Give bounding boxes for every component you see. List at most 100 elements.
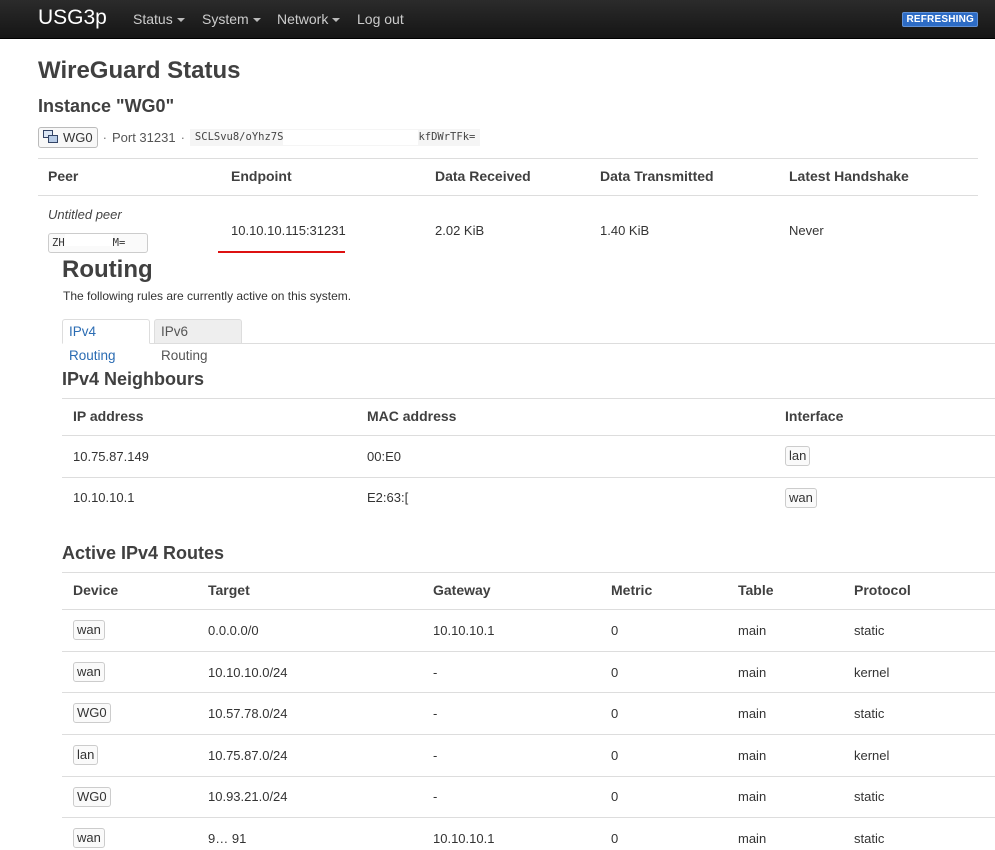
row-divider (62, 477, 995, 478)
row-divider (62, 651, 995, 652)
row-divider (62, 692, 995, 693)
peer-public-key: ZH M= (48, 233, 148, 253)
routing-description: The following rules are currently active… (63, 289, 352, 303)
menu-system[interactable]: System (202, 11, 261, 27)
row-divider (62, 817, 995, 818)
col-ip-address: IP address (73, 408, 144, 424)
row-divider (62, 734, 995, 735)
instance-public-key: SCLSvu8/oYhz7S kfDWrTFk= (189, 128, 481, 146)
tab-ipv6-routing[interactable]: IPv6 Routing (154, 319, 242, 363)
network-interface-icon (43, 130, 59, 144)
table-border (62, 398, 995, 399)
peer-data-received: 2.02 KiB (435, 223, 485, 238)
col-data-received: Data Received (435, 168, 531, 184)
route-metric: 0 (611, 706, 619, 721)
col-metric: Metric (611, 582, 653, 598)
route-gateway: 10.10.10.1 (433, 623, 495, 638)
route-device-badge: lan (73, 745, 99, 765)
pubkey-start: SCLSvu8/oYhz7S (194, 130, 284, 143)
neighbour-mac: 00:E0 (367, 449, 401, 464)
table-border (62, 572, 995, 573)
refreshing-toggle[interactable]: REFRESHING (902, 12, 978, 27)
instance-title: Instance "WG0" (38, 96, 175, 116)
redacted-region (283, 129, 419, 145)
col-table: Table (738, 582, 774, 598)
col-latest-handshake: Latest Handshake (789, 168, 909, 184)
route-target: 9… 91 (208, 831, 247, 846)
route-table: main (738, 789, 767, 804)
route-metric: 0 (611, 623, 619, 638)
route-table: main (738, 706, 767, 721)
route-target: 10.10.10.0/24 (208, 665, 288, 680)
route-metric: 0 (611, 665, 619, 680)
neighbour-interface-badge: lan (785, 446, 811, 466)
route-target: 0.0.0.0/0 (208, 623, 259, 638)
route-protocol: static (854, 831, 885, 846)
instance-port: Port 31231 (111, 129, 176, 145)
route-metric: 0 (611, 789, 619, 804)
route-gateway: - (433, 748, 438, 763)
col-endpoint: Endpoint (231, 168, 292, 184)
route-device-badge: wan (73, 662, 105, 682)
table-border (38, 195, 978, 196)
route-protocol: static (854, 706, 885, 721)
menu-status[interactable]: Status (133, 11, 185, 27)
chevron-down-icon (332, 18, 341, 23)
route-table: main (738, 831, 767, 846)
route-target: 10.75.87.0/24 (208, 748, 288, 763)
route-metric: 0 (611, 831, 619, 846)
peer-key-end: M= (112, 237, 126, 249)
menu-network-label: Network (277, 11, 329, 27)
table-border (62, 435, 995, 436)
route-protocol: static (854, 623, 885, 638)
col-gateway: Gateway (433, 582, 491, 598)
neighbour-ip: 10.10.10.1 (73, 490, 135, 505)
routing-title: Routing (62, 256, 153, 283)
route-gateway: - (433, 789, 438, 804)
pubkey-end: kfDWrTFk= (418, 130, 476, 143)
route-table: main (738, 665, 767, 680)
row-divider (62, 776, 995, 777)
col-data-transmitted: Data Transmitted (600, 168, 714, 184)
route-target: 10.57.78.0/24 (208, 706, 288, 721)
peer-name: Untitled peer (48, 207, 122, 222)
route-device-badge: WG0 (73, 703, 111, 723)
routes-title: Active IPv4 Routes (62, 543, 225, 563)
peer-latest-handshake: Never (789, 223, 824, 238)
route-protocol: static (854, 789, 885, 804)
instance-info: WG0 · Port 31231 · SCLSvu8/oYhz7S kfDWrTF… (38, 126, 481, 148)
route-table: main (738, 623, 767, 638)
route-gateway: 10.10.10.1 (433, 831, 495, 846)
neighbour-interface-badge: wan (785, 488, 817, 508)
top-navbar: USG3p Status System Network Log out REFR… (0, 0, 995, 39)
neighbours-title: IPv4 Neighbours (62, 369, 205, 389)
peer-endpoint: 10.10.10.115:31231 (231, 223, 346, 238)
table-border (38, 158, 978, 159)
route-target: 10.93.21.0/24 (208, 789, 288, 804)
chevron-down-icon (176, 18, 185, 23)
page-title: WireGuard Status (38, 57, 241, 84)
col-peer: Peer (48, 168, 79, 184)
menu-logout[interactable]: Log out (357, 11, 404, 27)
tab-ipv4-routing[interactable]: IPv4 Routing (62, 319, 150, 363)
menu-status-label: Status (133, 11, 173, 27)
col-mac-address: MAC address (367, 408, 457, 424)
menu-system-label: System (202, 11, 249, 27)
menu-network[interactable]: Network (277, 11, 341, 27)
route-table: main (738, 748, 767, 763)
endpoint-underline-annotation (218, 251, 345, 253)
redacted-region (64, 234, 113, 246)
route-metric: 0 (611, 748, 619, 763)
neighbour-ip: 10.75.87.149 (73, 449, 149, 464)
route-gateway: - (433, 665, 438, 680)
route-device-badge: wan (73, 828, 105, 848)
route-protocol: kernel (854, 665, 890, 680)
peer-data-transmitted: 1.40 KiB (600, 223, 650, 238)
route-protocol: kernel (854, 748, 890, 763)
col-protocol: Protocol (854, 582, 911, 598)
interface-badge: WG0 (38, 126, 98, 148)
neighbour-mac: E2:63:[ (367, 490, 409, 505)
brand-logo[interactable]: USG3p (38, 6, 107, 30)
peer-key-start: ZH (52, 237, 65, 249)
col-target: Target (208, 582, 250, 598)
